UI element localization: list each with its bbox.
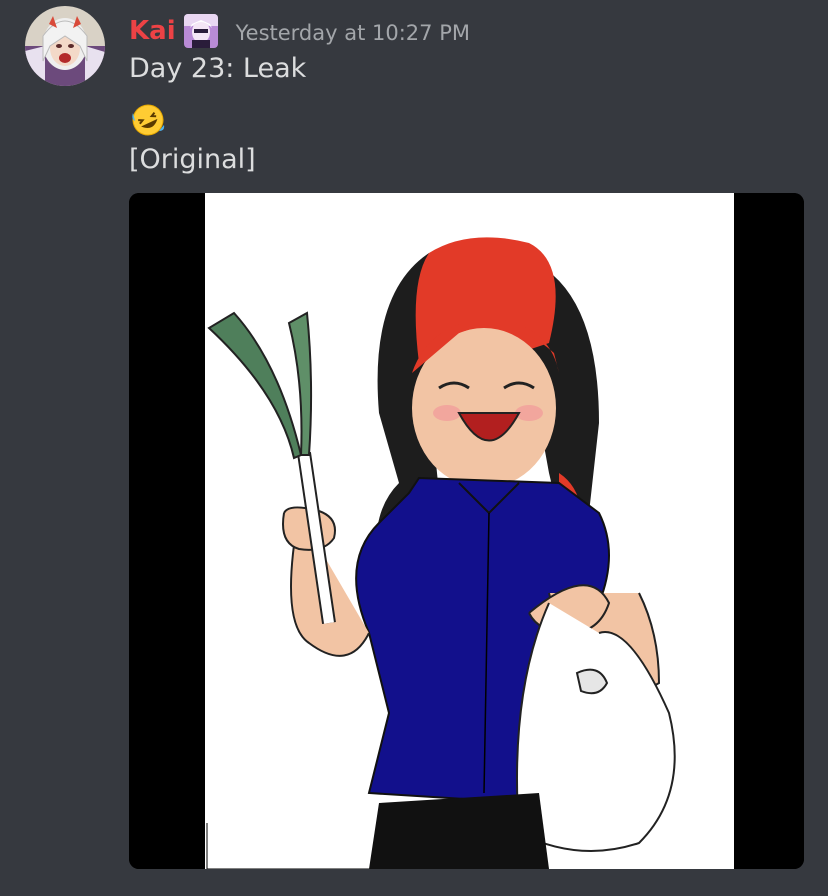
image-attachment[interactable] [129,193,804,869]
message-text-line-1: Day 23: Leak [129,53,307,84]
chat-message: Kai Yesterday at 10:27 PM Day 23: Leak [… [0,0,828,896]
rolling-on-floor-laughing-emoji-icon[interactable] [129,101,167,139]
message-text-line-2: [Original] [129,144,256,175]
message-header: Kai Yesterday at 10:27 PM [129,11,470,51]
user-avatar[interactable] [25,6,105,86]
timestamp[interactable]: Yesterday at 10:27 PM [236,21,470,45]
username[interactable]: Kai [129,16,176,46]
drawing-of-girl-holding-leek-and-bag-icon [129,193,804,869]
role-icon[interactable] [183,14,218,48]
